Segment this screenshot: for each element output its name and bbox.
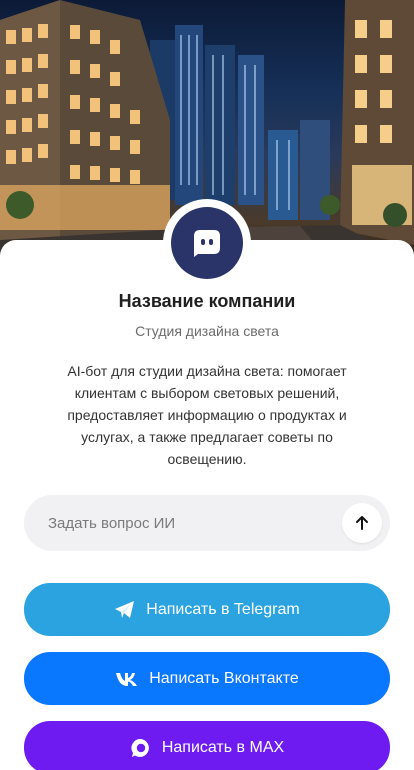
ask-ai-input[interactable] bbox=[48, 495, 338, 551]
arrow-up-icon bbox=[356, 516, 368, 530]
max-button-label: Написать в MAX bbox=[161, 738, 285, 756]
send-button[interactable] bbox=[342, 503, 382, 543]
chat-bot-icon bbox=[194, 230, 220, 257]
max-button[interactable]: Написать в MAX bbox=[24, 721, 390, 770]
ask-ai-field bbox=[24, 495, 390, 551]
avatar-ring bbox=[163, 199, 251, 287]
vk-button-label: Написать Вконтакте bbox=[149, 669, 299, 687]
company-subtitle: Студия дизайна света bbox=[135, 323, 279, 339]
vk-icon bbox=[116, 672, 138, 686]
bot-avatar bbox=[171, 207, 243, 279]
telegram-button-label: Написать в Telegram bbox=[146, 600, 300, 618]
company-description: AI-бот для студии дизайна света: помогае… bbox=[67, 363, 347, 467]
telegram-button[interactable]: Написать в Telegram bbox=[24, 583, 390, 636]
vk-button[interactable]: Написать Вконтакте bbox=[24, 652, 390, 705]
telegram-icon bbox=[115, 600, 135, 618]
company-name: Название компании bbox=[118, 291, 296, 311]
max-icon bbox=[131, 738, 149, 757]
